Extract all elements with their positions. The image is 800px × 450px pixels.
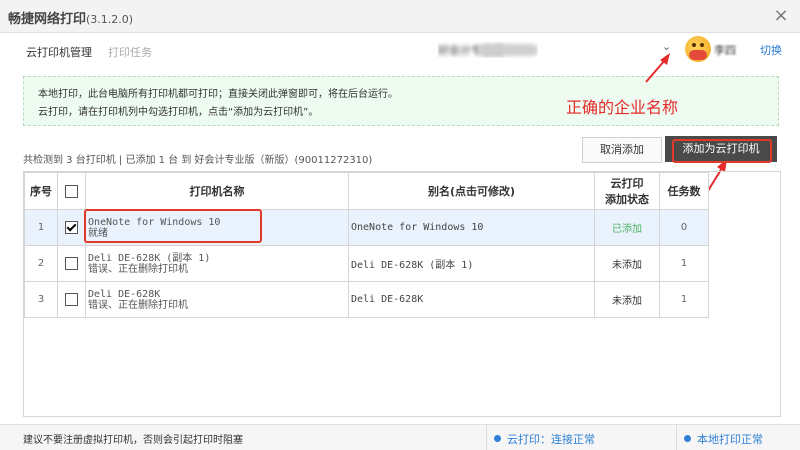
row-index: 1 <box>24 209 58 246</box>
table-row[interactable]: 3 Deli DE-628K 错误、正在删除打印机 Deli DE-628K 未添… <box>24 281 709 318</box>
printer-alias[interactable]: Deli DE-628K <box>348 281 595 318</box>
printer-state: 错误、正在删除打印机 <box>88 263 188 275</box>
tab-print-tasks[interactable]: 打印任务 <box>108 44 152 60</box>
printer-name: Deli DE-628K <box>88 288 161 300</box>
row-checkbox[interactable] <box>65 221 78 234</box>
header-cloud-status-line2: 添加状态 <box>605 193 649 206</box>
cloud-print-status-text: 云打印：连接正常 <box>507 433 595 446</box>
printer-alias[interactable]: OneNote for Windows 10 <box>348 209 595 246</box>
header-cloud-status-line1: 云打印 <box>610 177 644 190</box>
cloud-status: 未添加 <box>594 281 660 318</box>
header-printer-name: 打印机名称 <box>85 172 349 210</box>
task-count: 0 <box>659 209 709 246</box>
printer-name: Deli DE-628K (副本 1) <box>88 252 211 264</box>
company-name-blur <box>478 44 538 56</box>
printer-table: 序号 打印机名称 别名(点击可修改) 云打印添加状态 任务数 1 OneNote… <box>24 172 709 318</box>
add-button-highlight <box>672 139 772 163</box>
row-index: 3 <box>24 281 58 318</box>
virtual-printer-tip: 建议不要注册虚拟打印机，否则会引起打印时阻塞 <box>23 435 243 446</box>
local-print-status: 本地打印正常 <box>684 431 763 447</box>
username: 李四 <box>714 44 736 57</box>
title-bar: 畅捷网络打印(3.1.2.0) × <box>0 0 800 33</box>
status-dot-icon <box>684 435 691 442</box>
status-dot-icon <box>494 435 501 442</box>
cloud-print-status: 云打印：连接正常 <box>494 431 595 447</box>
status-divider <box>486 425 487 450</box>
select-all-checkbox[interactable] <box>65 184 78 198</box>
avatar <box>685 36 711 62</box>
printer-alias[interactable]: Deli DE-628K (副本 1) <box>348 245 595 282</box>
task-count: 1 <box>659 245 709 282</box>
tab-cloud-printer-management[interactable]: 云打印机管理 <box>26 44 92 60</box>
printer-table-container: 序号 打印机名称 别名(点击可修改) 云打印添加状态 任务数 1 OneNote… <box>23 171 781 417</box>
cloud-status: 已添加 <box>594 209 660 246</box>
status-bar: 建议不要注册虚拟打印机，否则会引起打印时阻塞 云打印：连接正常 本地打印正常 <box>0 424 800 450</box>
header-select-all[interactable] <box>57 172 86 210</box>
printer-name-highlight <box>84 209 262 243</box>
row-checkbox[interactable] <box>65 257 78 270</box>
switch-account-link[interactable]: 切换 <box>760 42 782 58</box>
company-selector[interactable]: 好会计专业版 <box>438 42 538 58</box>
printer-name-cell: Deli DE-628K 错误、正在删除打印机 <box>85 281 349 318</box>
detection-summary: 共检测到 3 台打印机 | 已添加 1 台 到 好会计专业版（新版）(90011… <box>23 155 373 166</box>
row-checkbox[interactable] <box>65 293 78 306</box>
notice-line-local: 本地打印，此台电脑所有打印机都可打印；直接关闭此弹窗即可，将在后台运行。 <box>38 89 398 100</box>
status-divider <box>676 425 677 450</box>
local-print-status-text: 本地打印正常 <box>697 433 763 446</box>
close-button[interactable]: × <box>768 3 794 29</box>
row-select[interactable] <box>57 281 86 318</box>
row-select[interactable] <box>57 245 86 282</box>
cloud-status: 未添加 <box>594 245 660 282</box>
annotation-label: 正确的企业名称 <box>566 98 679 117</box>
app-title: 畅捷网络打印(3.1.2.0) <box>8 8 133 27</box>
printer-state: 错误、正在删除打印机 <box>88 299 188 311</box>
header-cloud-status: 云打印 添加状态 <box>594 172 660 210</box>
annotation-arrow-up-icon <box>645 53 670 83</box>
task-count: 1 <box>659 281 709 318</box>
row-index: 2 <box>24 245 58 282</box>
header-index: 序号 <box>24 172 58 210</box>
table-header-row: 序号 打印机名称 别名(点击可修改) 云打印添加状态 任务数 <box>24 172 709 210</box>
cancel-add-button[interactable]: 取消添加 <box>582 137 662 163</box>
notice-line-cloud: 云打印，请在打印机列中勾选打印机，点击“添加为云打印机”。 <box>38 107 319 118</box>
app-name: 畅捷网络打印 <box>8 12 87 27</box>
header-task-count: 任务数 <box>659 172 709 210</box>
row-select[interactable] <box>57 209 86 246</box>
app-version: (3.1.2.0) <box>86 13 134 26</box>
header-alias: 别名(点击可修改) <box>348 172 595 210</box>
table-row[interactable]: 2 Deli DE-628K (副本 1) 错误、正在删除打印机 Deli DE-… <box>24 245 709 282</box>
printer-name-cell: Deli DE-628K (副本 1) 错误、正在删除打印机 <box>85 245 349 282</box>
